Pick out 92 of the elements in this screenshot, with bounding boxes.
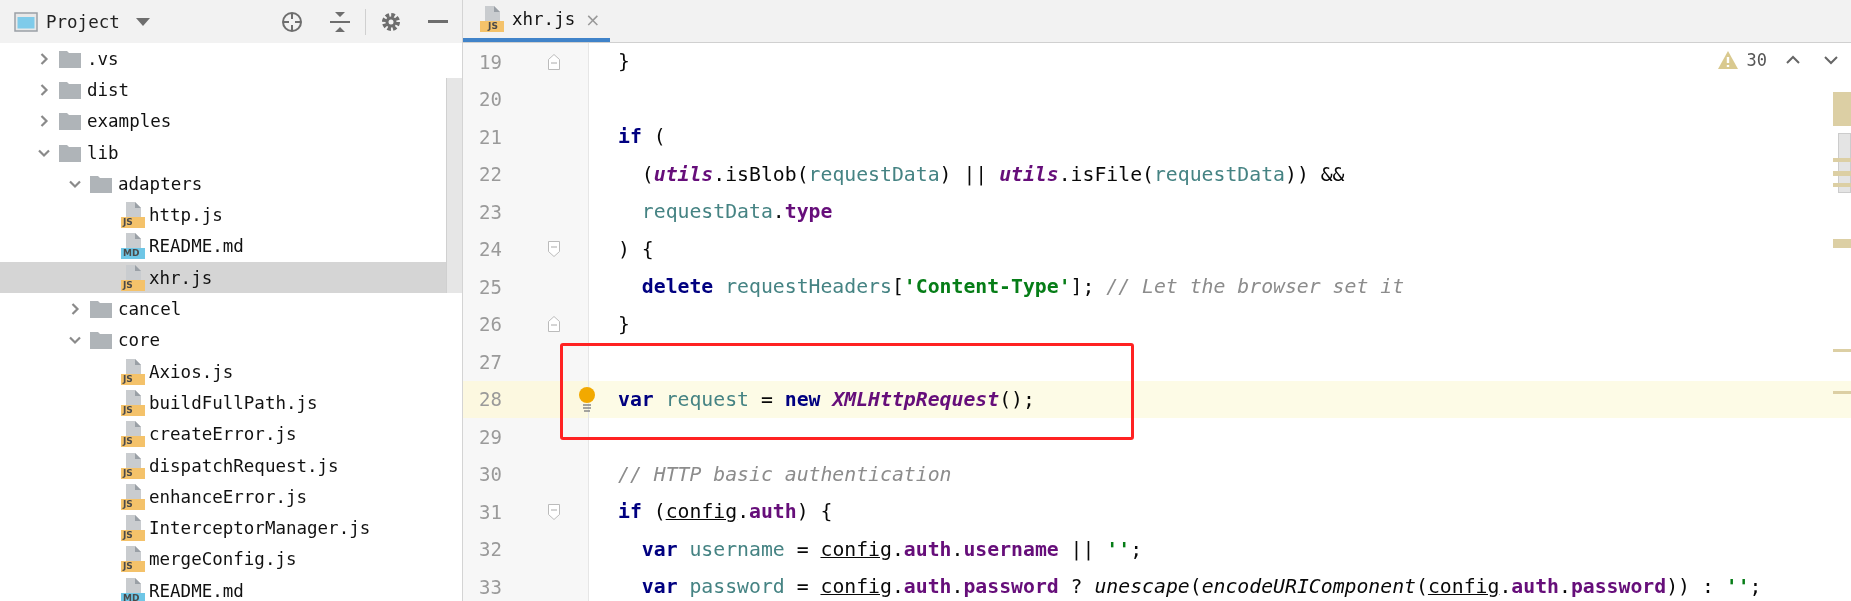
tree-item-label[interactable]: dispatchRequest.js [149,455,339,476]
tree-item-label[interactable]: InterceptorManager.js [149,518,371,539]
file-type-badge: JS [121,561,145,573]
document-icon [126,421,141,438]
line-number: 25 [478,275,502,298]
line-number: 30 [478,463,502,486]
file-type-badge: MD [121,248,145,260]
file-type-badge: MD [121,592,145,601]
file-type-badge: JS [121,530,145,542]
tree-item-label[interactable]: createError.js [149,424,297,445]
file-type-badge: JS [121,217,145,229]
folder-icon [90,300,112,318]
document-icon [485,6,500,22]
dropdown-caret-icon[interactable] [135,16,150,27]
scrollbar-thumb[interactable] [446,78,462,293]
document-icon [126,483,141,500]
document-icon [126,546,141,563]
file-type-badge: JS [121,498,145,510]
tree-item-label[interactable]: dist [87,79,130,100]
tree-item-label[interactable]: mergeConfig.js [149,549,297,570]
line-number: 29 [478,425,502,448]
document-icon [126,577,141,594]
file-type-badge: JS [121,404,145,416]
line-number: 26 [478,313,502,336]
document-icon [126,515,141,532]
line-number: 19 [478,50,502,73]
tree-item-label[interactable]: adapters [118,173,203,194]
minimize-icon[interactable] [428,19,448,24]
file-type-badge: JS [121,373,145,385]
tree-item-label[interactable]: examples [87,111,172,132]
fold-marker-icon[interactable] [548,53,560,70]
code-line: } [618,50,630,74]
folder-icon [59,80,81,99]
code-line: var username = config.auth.username || ''; [640,537,1143,561]
warning-count[interactable]: 30 [1746,50,1767,70]
tree-item-label[interactable]: README.md [149,236,244,257]
file-type-badge: JS [121,467,145,479]
tree-item-label[interactable]: core [118,330,161,351]
collapse-all-icon[interactable] [329,10,351,33]
code-line: (utils.isBlob(requestData) || utils.isFile(requestData)) && [640,162,1345,186]
document-icon [126,358,141,375]
tree-item-label[interactable]: Axios.js [149,361,234,382]
line-number: 24 [478,238,502,261]
line-number: 21 [478,125,502,148]
tree-item-label[interactable]: enhanceError.js [149,486,308,507]
line-number: 27 [478,350,502,373]
line-number: 31 [478,500,502,523]
line-number: 32 [478,538,502,561]
tree-item-label[interactable]: lib [87,142,119,163]
tree-item-label[interactable]: http.js [149,205,223,226]
folder-icon [90,331,112,350]
line-number: 23 [478,200,502,223]
folder-icon [59,49,81,68]
chevron-up-icon[interactable] [1785,55,1801,65]
tree-item-label[interactable]: buildFullPath.js [149,392,318,413]
document-icon [126,233,141,250]
document-icon [126,389,141,406]
line-number: 20 [478,88,502,111]
window-icon [14,11,38,32]
panel-title[interactable]: Project [46,11,120,32]
warning-icon[interactable] [1716,50,1739,70]
tree-item-label[interactable]: .vs [87,48,119,69]
fold-marker-icon[interactable] [548,316,560,333]
code-line: var request = new XMLHttpRequest(); [618,387,1035,411]
folder-icon [59,143,81,162]
code-line: if ( [618,125,666,149]
fold-marker-icon[interactable] [548,503,560,520]
fold-marker-icon[interactable] [548,241,560,258]
line-number: 22 [478,163,502,186]
tree-item-label[interactable]: cancel [118,299,182,319]
code-line: requestData.type [640,200,833,224]
line-number: 28 [478,388,502,411]
folder-icon [90,174,112,193]
code-line: delete requestHeaders['Content-Type']; // Let the browser set it [640,275,1405,299]
code-line: var password = config.auth.password ? unescape(encodeURIComponent(config.auth.password)) : ''; [640,575,1762,599]
line-number: 33 [478,575,502,598]
code-line: ) { [618,237,654,261]
chevron-down-icon[interactable] [1823,55,1839,65]
code-line: } [618,312,630,336]
file-type-badge: JS [480,21,504,32]
file-type-badge: JS [121,279,145,291]
lightbulb-icon[interactable] [577,386,597,413]
code-line: // HTTP basic authentication [618,462,952,486]
settings-icon[interactable] [380,10,402,33]
file-type-badge: JS [121,436,145,448]
folder-icon [59,112,81,131]
document-icon [126,452,141,469]
tree-item-label[interactable]: xhr.js [149,267,213,288]
crosshair-icon[interactable] [281,10,303,33]
document-icon [126,202,141,219]
code-line: if (config.auth) { [618,500,833,524]
tree-item-label[interactable]: README.md [149,580,244,601]
